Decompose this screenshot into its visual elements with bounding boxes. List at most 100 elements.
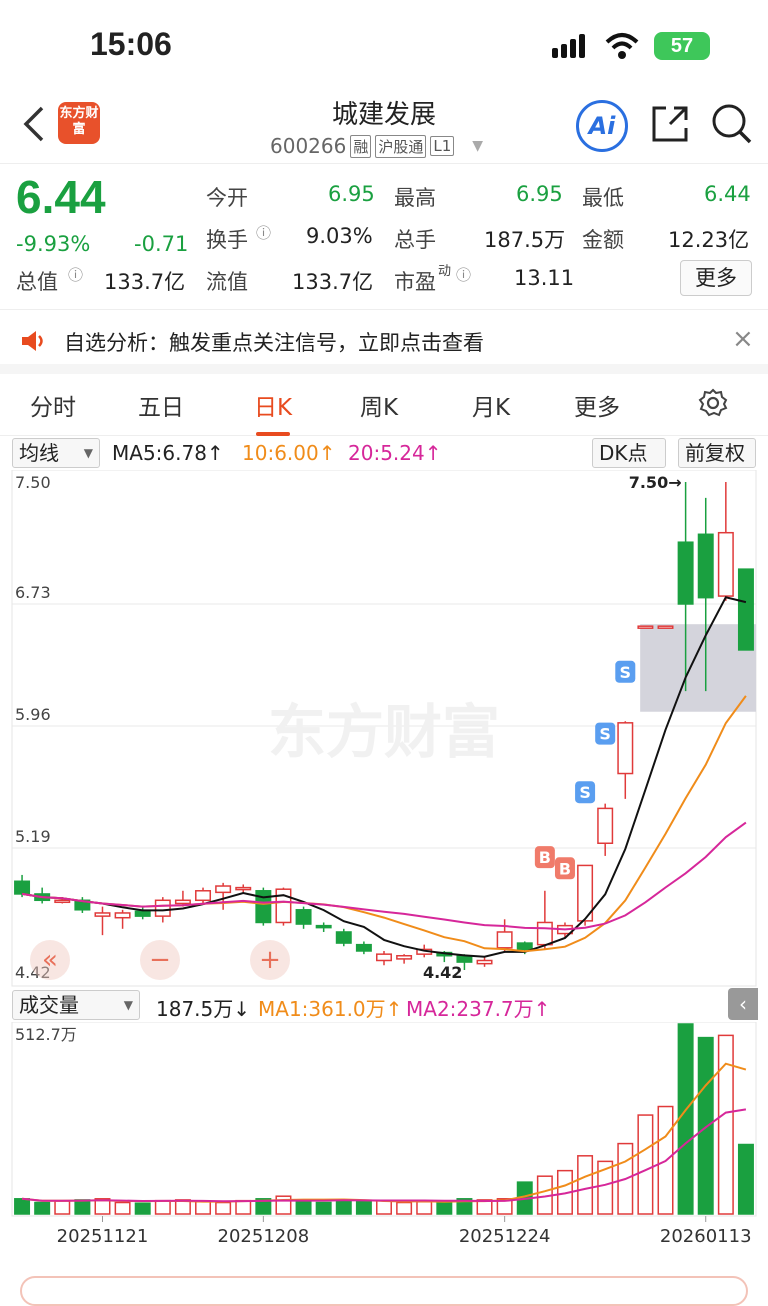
low-value: 6.44 bbox=[704, 182, 751, 206]
settings-icon[interactable] bbox=[698, 388, 728, 418]
candle-body bbox=[295, 909, 312, 925]
turnover-label: 换手 bbox=[206, 228, 248, 252]
kline-chart[interactable]: 7.506.735.965.194.42东方财富BBSSS7.50→4.42« −… bbox=[0, 470, 768, 988]
candle-body bbox=[14, 880, 31, 895]
candle-body bbox=[335, 931, 352, 944]
amount-label: 金额 bbox=[582, 228, 624, 252]
y-axis-label: 5.19 bbox=[15, 827, 51, 846]
stock-code: 600266 bbox=[270, 134, 347, 158]
collapse-icon[interactable]: ‹ bbox=[728, 988, 758, 1020]
volume-bar bbox=[717, 1034, 734, 1215]
stock-subtitle: 600266 融 沪股通 L1 ▼ bbox=[270, 134, 483, 158]
volume-bar bbox=[195, 1201, 212, 1215]
zoom-control-icon: + bbox=[259, 945, 281, 975]
mktcap-value: 133.7亿 bbox=[104, 270, 186, 294]
pe-value: 13.11 bbox=[514, 266, 575, 290]
volume-ma2: MA2:237.7万↑ bbox=[406, 997, 551, 1021]
open-value: 6.95 bbox=[328, 182, 375, 206]
ma5-label: MA5:6.78↑ bbox=[112, 441, 224, 465]
volume-bar bbox=[637, 1114, 654, 1215]
volume-select[interactable]: 成交量 ▼ bbox=[12, 990, 140, 1020]
volume-bar bbox=[376, 1199, 392, 1215]
dk-button[interactable]: DK点 bbox=[592, 438, 666, 468]
adjust-button[interactable]: 前复权 bbox=[678, 438, 756, 468]
candle-body bbox=[396, 954, 413, 960]
volume-bar bbox=[436, 1201, 453, 1215]
candle-body bbox=[697, 533, 714, 599]
notice-bar[interactable]: 自选分析：触发重点关注信号，立即点击查看 × bbox=[0, 310, 768, 374]
volume-bar bbox=[154, 1199, 171, 1215]
pe-sup: 动 bbox=[438, 264, 452, 279]
volume-current: 187.5万↓ bbox=[156, 997, 251, 1021]
watermark: 东方财富 bbox=[268, 698, 500, 766]
y-axis-label: 5.96 bbox=[15, 705, 51, 724]
float-value: 133.7亿 bbox=[292, 270, 374, 294]
dropdown-icon[interactable]: ▼ bbox=[472, 138, 483, 154]
ai-button[interactable]: Ai bbox=[576, 100, 628, 152]
tab-weekly-k[interactable]: 周K bbox=[360, 388, 398, 422]
info-icon[interactable]: ⓘ bbox=[256, 222, 271, 243]
more-button[interactable]: 更多 bbox=[680, 260, 752, 296]
pe-label: 市盈 bbox=[394, 270, 436, 294]
tab-intraday[interactable]: 分时 bbox=[30, 388, 76, 422]
share-icon[interactable] bbox=[650, 104, 690, 144]
candle-body bbox=[597, 807, 614, 844]
status-time: 15:06 bbox=[90, 26, 172, 62]
chart-tabs: 分时 五日 日K 周K 月K 更多 bbox=[0, 374, 768, 436]
volume-indicator-bar: 成交量 ▼ 187.5万↓ MA1:361.0万↑ MA2:237.7万↑ ‹ bbox=[0, 988, 768, 1022]
volume-bar bbox=[396, 1201, 413, 1215]
wifi-icon bbox=[605, 33, 639, 59]
candle-body bbox=[54, 899, 71, 904]
date-label: 20251121 bbox=[57, 1226, 149, 1247]
candle-body bbox=[657, 625, 674, 629]
tab-monthly-k[interactable]: 月K bbox=[472, 388, 510, 422]
indicator-bar: 均线 ▼ MA5:6.78↑ 10:6.00↑ 20:5.24↑ DK点 前复权 bbox=[0, 436, 768, 470]
min-price-label: 4.42 bbox=[423, 963, 462, 982]
signal-icon bbox=[552, 34, 585, 58]
y-axis-label: 6.73 bbox=[15, 583, 51, 602]
candle-body bbox=[154, 899, 171, 917]
float-label: 流值 bbox=[206, 270, 248, 294]
candle-body bbox=[275, 888, 292, 924]
ma-select-label: 均线 bbox=[19, 441, 59, 465]
ma10-label: 10:6.00↑ bbox=[242, 441, 336, 465]
speaker-icon bbox=[22, 331, 43, 351]
hgt-tag: 沪股通 bbox=[375, 134, 427, 158]
turnover-value: 9.03% bbox=[306, 224, 373, 248]
signal-label: S bbox=[599, 725, 611, 744]
candle-body bbox=[496, 931, 513, 949]
volume-bar bbox=[34, 1201, 51, 1215]
ma-select[interactable]: 均线 ▼ bbox=[12, 438, 100, 468]
candle-body bbox=[114, 912, 131, 919]
candle-body bbox=[536, 921, 553, 946]
volume-bar bbox=[54, 1200, 71, 1215]
candle-body bbox=[637, 625, 654, 629]
quote-panel: 6.44 -9.93% -0.71 总值 ⓘ 133.7亿 今开 6.95 最高… bbox=[0, 164, 768, 310]
notice-text: 自选分析：触发重点关注信号，立即点击查看 bbox=[64, 331, 484, 355]
level-tag: L1 bbox=[430, 136, 455, 156]
volume-bar bbox=[335, 1199, 352, 1215]
candle-body bbox=[355, 943, 372, 952]
volume-chart: 512.7万 20251121 20251208 20251224 20260113 bbox=[11, 1022, 757, 1247]
signal-label: B bbox=[539, 848, 551, 867]
signal-label: S bbox=[579, 783, 591, 802]
candle-body bbox=[617, 722, 634, 775]
max-price-label: 7.50→ bbox=[629, 473, 682, 492]
open-label: 今开 bbox=[206, 186, 248, 210]
current-price: 6.44 bbox=[16, 171, 106, 223]
close-icon[interactable]: × bbox=[732, 324, 754, 354]
info-icon[interactable]: ⓘ bbox=[456, 264, 471, 285]
candle-body bbox=[174, 899, 191, 905]
volume-bar bbox=[74, 1199, 91, 1215]
mktcap-label: 总值 bbox=[16, 270, 58, 294]
tab-five-day[interactable]: 五日 bbox=[138, 388, 184, 422]
tab-daily-k[interactable]: 日K bbox=[254, 388, 292, 436]
status-bar: 15:06 57 bbox=[0, 0, 768, 88]
bottom-card[interactable] bbox=[20, 1276, 748, 1306]
volume-bar bbox=[416, 1201, 433, 1215]
search-icon[interactable] bbox=[710, 102, 754, 146]
battery-indicator: 57 bbox=[654, 32, 710, 60]
volume-value: 187.5万 bbox=[484, 228, 566, 252]
info-icon[interactable]: ⓘ bbox=[68, 264, 83, 285]
tab-more[interactable]: 更多 bbox=[574, 388, 620, 422]
